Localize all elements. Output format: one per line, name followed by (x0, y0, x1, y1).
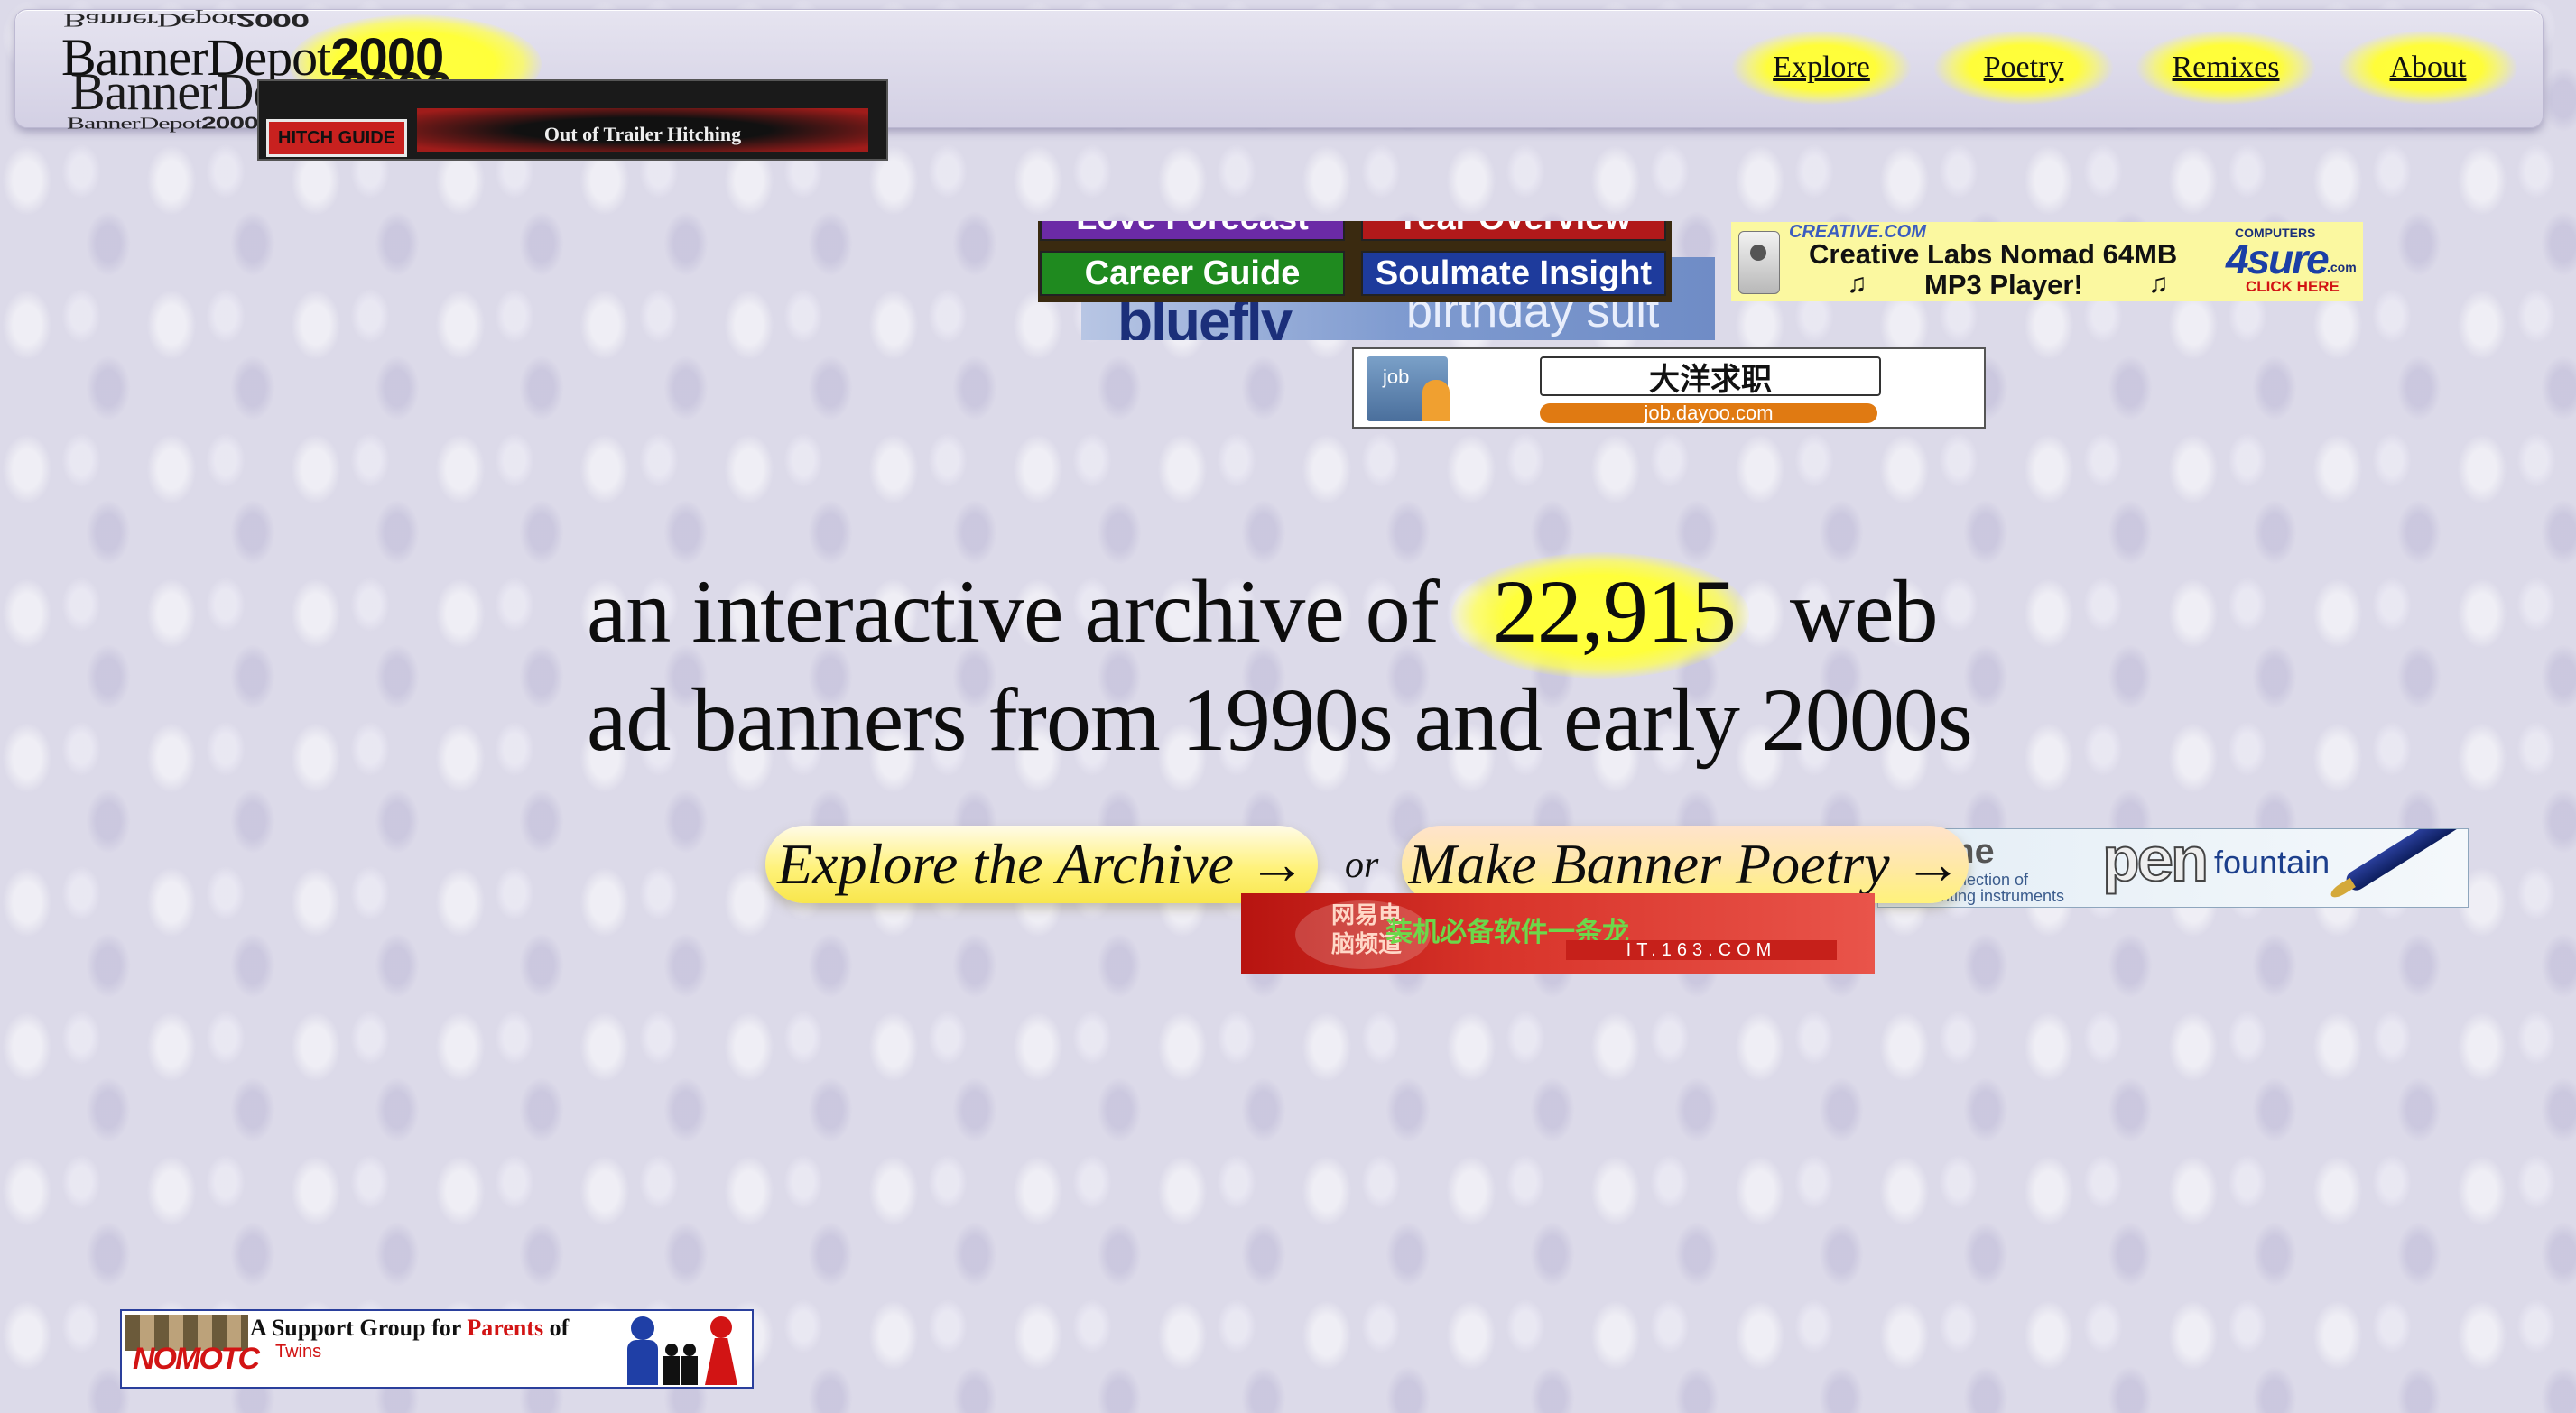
banner-twins-support[interactable]: NOMOTC A Support Group for Parents of Tw… (120, 1309, 754, 1389)
creative-headline: Creative Labs Nomad 64MB (1809, 238, 2178, 270)
dayoo-title: 大洋求职 (1540, 356, 1881, 397)
or-separator: or (1345, 845, 1379, 886)
hero-headline: an interactive archive of 22,915 web (587, 552, 1939, 679)
music-note-icon-2: ♫ (2148, 269, 2169, 299)
zodiac-soulmate-insight: Soulmate Insight (1361, 251, 1666, 296)
nav-explore-link[interactable]: Explore (1731, 27, 1912, 108)
nomotc-logo: NOMOTC (125, 1315, 260, 1383)
nav-remixes-link[interactable]: Remixes (2136, 27, 2316, 108)
banner-creative-labs[interactable]: CREATIVE.COM Creative Labs Nomad 64MB MP… (1731, 222, 2363, 301)
zodiac-year-overview: Year Overview (1361, 221, 1666, 241)
banner-dayoo-job[interactable]: job 大洋求职 job.dayoo.com (1352, 347, 1986, 429)
family-icon (627, 1316, 745, 1385)
4sure-click-here: CLICK HERE (2246, 278, 2340, 295)
zodiac-career-guide: Career Guide (1040, 251, 1345, 296)
hero-text-prefix: an interactive archive of (587, 561, 1440, 661)
pen-fountain-text: fountain (2214, 844, 2330, 881)
hitch-guide-label: HITCH GUIDE (266, 119, 407, 157)
twins-headline: A Support Group for Parents of (250, 1315, 570, 1341)
dayoo-url: job.dayoo.com (1540, 402, 1877, 424)
banner-zodiac[interactable]: Love Forecast Year Overview Career Guide… (1038, 221, 1672, 302)
make-banner-poetry-button[interactable]: Make Banner Poetry → (1402, 826, 1969, 903)
music-note-icon: ♫ (1847, 269, 1867, 299)
explore-archive-button[interactable]: Explore the Archive → (765, 826, 1318, 903)
zodiac-love-forecast: Love Forecast (1040, 221, 1345, 241)
4sure-domain: .com (2327, 260, 2357, 274)
nav-poetry-link[interactable]: Poetry (1933, 27, 2114, 108)
4sure-logo: 4sure (2226, 236, 2330, 282)
fountain-pen-icon (2328, 829, 2461, 900)
computer-user-icon: job (1367, 356, 1450, 421)
hero-subheadline: ad banners from 1990s and early 2000s (587, 670, 1973, 770)
hero-text-suffix: web (1789, 561, 1939, 661)
logo-reflection-bottom: BannerDepot2000 (67, 114, 259, 133)
twins-subtext: Twins (275, 1342, 322, 1362)
pen-word: pen (2101, 829, 2210, 901)
banner-hitch-guide[interactable]: HITCH GUIDE Out of Trailer Hitching (257, 79, 888, 161)
banner-count: 22,915 (1450, 552, 1768, 679)
creative-subheadline: MP3 Player! (1924, 269, 2083, 300)
banner-it163[interactable]: 网易电脑频道 装机必备软件一条龙 IT.163.COM (1241, 893, 1875, 974)
banner-count-value: 22,915 (1492, 561, 1737, 661)
nav-about-link[interactable]: About (2338, 27, 2518, 108)
mp3-player-icon (1738, 231, 1780, 294)
it163-url: IT.163.COM (1566, 940, 1837, 960)
hitch-banner-text: Out of Trailer Hitching (417, 108, 868, 152)
